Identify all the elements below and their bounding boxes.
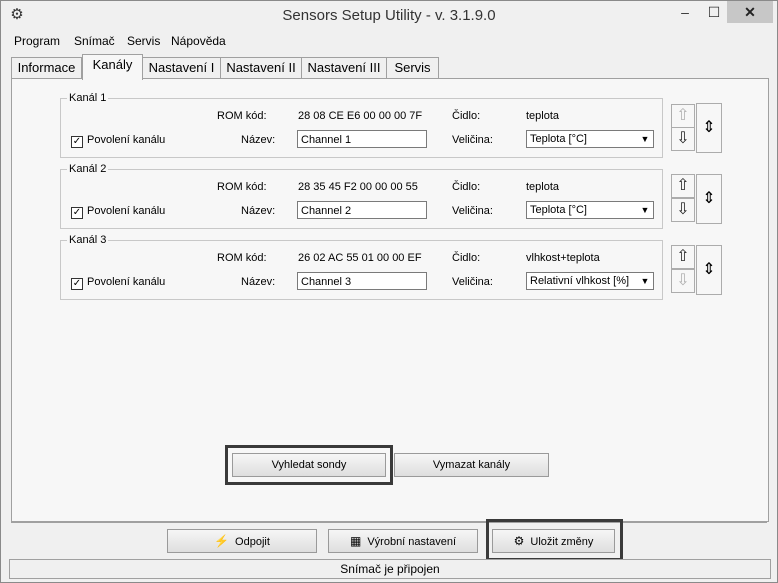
quantity-select-value: Teplota [°C]	[530, 133, 587, 145]
close-button[interactable]: ✕	[727, 1, 773, 23]
name-label: Název:	[241, 134, 276, 146]
sensor-value: teplota	[526, 181, 560, 193]
rom-value: 26 02 AC 55 01 00 00 EF	[298, 252, 422, 264]
enable-label: Povolení kanálu	[87, 205, 166, 217]
sensor-value: vlhkost+teplota	[526, 252, 600, 264]
save-label: Uložit změny	[530, 536, 594, 548]
search-probes-button[interactable]: Vyhledat sondy	[232, 453, 386, 477]
tab-kanaly[interactable]: Kanály	[82, 54, 143, 80]
quantity-label: Veličina:	[452, 205, 493, 217]
rom-value: 28 08 CE E6 00 00 00 7F	[298, 110, 423, 122]
maximize-button[interactable]: ☐	[701, 1, 727, 23]
quantity-select-value: Relativní vlhkost [%]	[530, 275, 630, 287]
tab-nastaveni-2[interactable]: Nastavení II	[220, 57, 302, 78]
tab-servis[interactable]: Servis	[386, 57, 439, 78]
enable-checkbox[interactable]: ✓	[71, 136, 83, 148]
move-down-button[interactable]: ⇩	[671, 198, 695, 222]
menu-servis[interactable]: Servis	[127, 34, 160, 48]
chevron-down-icon: ▼	[640, 134, 650, 144]
menu-program[interactable]: Program	[14, 34, 60, 48]
enable-checkbox[interactable]: ✓	[71, 207, 83, 219]
app-window: ⚙ Sensors Setup Utility - v. 3.1.9.0 – ☐…	[0, 0, 778, 583]
channel-group-3: Kanál 3 ROM kód: 26 02 AC 55 01 00 00 EF…	[60, 234, 663, 300]
name-label: Název:	[241, 276, 276, 288]
menu-napoveda[interactable]: Nápověda	[171, 34, 226, 48]
save-icon: ⚙	[513, 534, 525, 548]
quantity-select[interactable]: Teplota [°C] ▼	[526, 201, 654, 219]
move-up-button[interactable]: ⇧	[671, 245, 695, 269]
name-input[interactable]: Channel 1	[297, 130, 427, 148]
clear-channels-button[interactable]: Vymazat kanály	[394, 453, 549, 477]
sensor-label: Čidlo:	[452, 110, 481, 122]
name-input[interactable]: Channel 2	[297, 201, 427, 219]
enable-label: Povolení kanálu	[87, 134, 166, 146]
rom-value: 28 35 45 F2 00 00 00 55	[298, 181, 418, 193]
quantity-label: Veličina:	[452, 276, 493, 288]
chevron-down-icon: ▼	[640, 276, 650, 286]
swap-button[interactable]: ⇕	[696, 103, 722, 153]
move-up-button[interactable]: ⇧	[671, 174, 695, 198]
channel-title: Kanál 3	[67, 234, 109, 246]
disconnect-icon: ⚡	[214, 534, 230, 548]
channel-title: Kanál 2	[67, 163, 109, 175]
status-bar: Snímač je připojen	[9, 559, 771, 579]
window-title: Sensors Setup Utility - v. 3.1.9.0	[282, 7, 496, 24]
channel-title: Kanál 1	[67, 92, 109, 104]
quantity-select[interactable]: Teplota [°C] ▼	[526, 130, 654, 148]
tab-informace[interactable]: Informace	[11, 57, 82, 78]
sensor-label: Čidlo:	[452, 252, 481, 264]
move-up-button[interactable]: ⇧	[671, 104, 695, 128]
name-label: Název:	[241, 205, 276, 217]
enable-label: Povolení kanálu	[87, 276, 166, 288]
rom-label: ROM kód:	[217, 252, 267, 264]
minimize-button[interactable]: –	[669, 1, 701, 23]
save-changes-button[interactable]: ⚙ Uložit změny	[492, 529, 615, 553]
factory-icon: ▦	[349, 534, 362, 548]
enable-checkbox[interactable]: ✓	[71, 278, 83, 290]
menu-bar: Program Snímač Servis Nápověda	[1, 31, 777, 51]
sensor-value: teplota	[526, 110, 560, 122]
menu-snimac[interactable]: Snímač	[74, 34, 115, 48]
quantity-select[interactable]: Relativní vlhkost [%] ▼	[526, 272, 654, 290]
disconnect-button[interactable]: ⚡ Odpojit	[167, 529, 317, 553]
swap-button[interactable]: ⇕	[696, 174, 722, 224]
quantity-select-value: Teplota [°C]	[530, 204, 587, 216]
quantity-label: Veličina:	[452, 134, 493, 146]
factory-label: Výrobní nastavení	[367, 536, 456, 548]
swap-button[interactable]: ⇕	[696, 245, 722, 295]
channel-group-2: Kanál 2 ROM kód: 28 35 45 F2 00 00 00 55…	[60, 163, 663, 229]
tab-nastaveni-1[interactable]: Nastavení I	[142, 57, 221, 78]
sensor-label: Čidlo:	[452, 181, 481, 193]
channels-panel: Kanál 1 ROM kód: 28 08 CE E6 00 00 00 7F…	[11, 78, 769, 522]
rom-label: ROM kód:	[217, 110, 267, 122]
disconnect-label: Odpojit	[235, 536, 270, 548]
rom-label: ROM kód:	[217, 181, 267, 193]
factory-settings-button[interactable]: ▦ Výrobní nastavení	[328, 529, 478, 553]
channel-group-1: Kanál 1 ROM kód: 28 08 CE E6 00 00 00 7F…	[60, 92, 663, 158]
title-bar: ⚙ Sensors Setup Utility - v. 3.1.9.0 – ☐…	[1, 1, 777, 31]
name-input[interactable]: Channel 3	[297, 272, 427, 290]
chevron-down-icon: ▼	[640, 205, 650, 215]
move-down-button[interactable]: ⇩	[671, 269, 695, 293]
move-down-button[interactable]: ⇩	[671, 127, 695, 151]
tab-nastaveni-3[interactable]: Nastavení III	[301, 57, 387, 78]
